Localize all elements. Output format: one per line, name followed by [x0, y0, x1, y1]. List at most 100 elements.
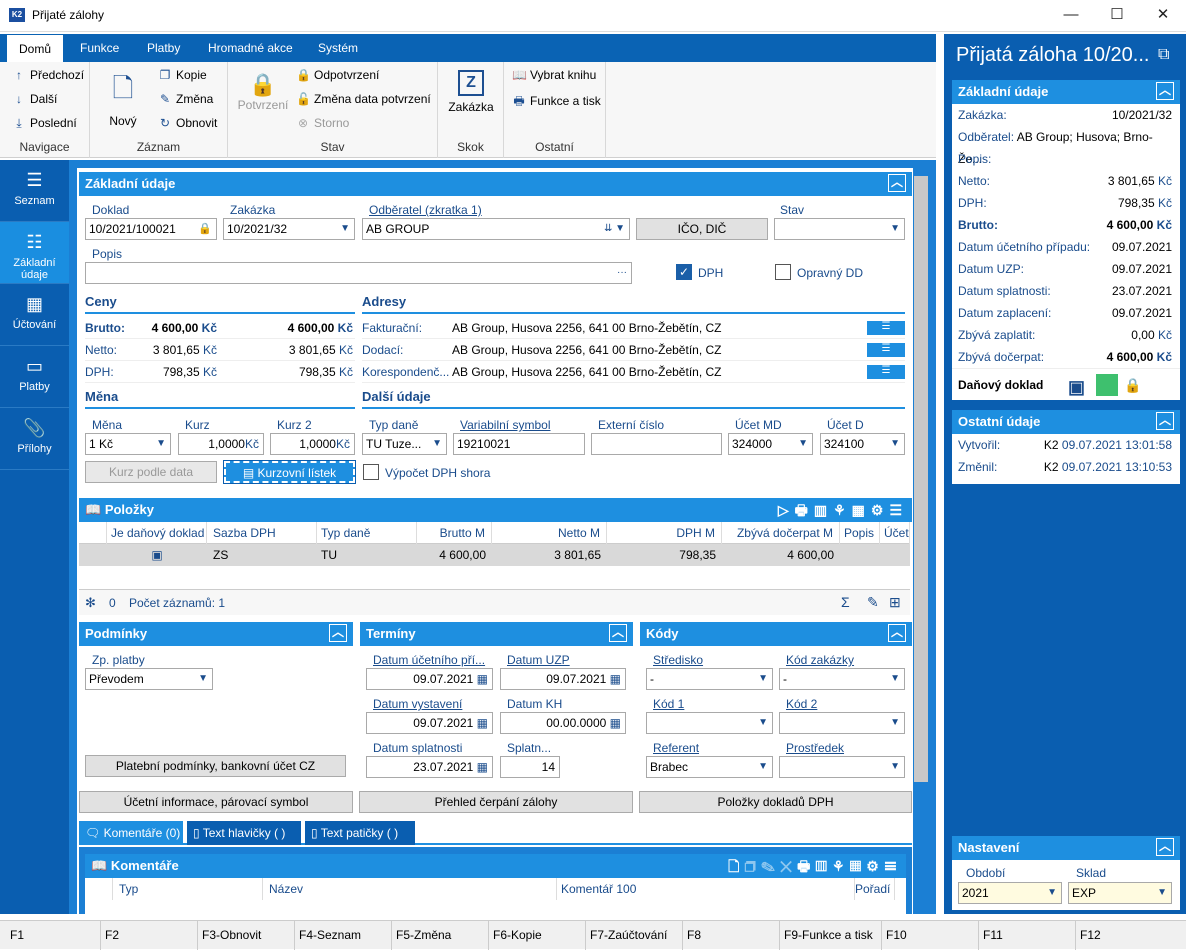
copy-button[interactable]: ❐ Kopie — [158, 68, 207, 82]
select-book-button[interactable]: 📖 Vybrat knihu — [512, 68, 596, 82]
prostredek-field[interactable]: ▼ — [779, 756, 905, 778]
fkey[interactable]: F6-Kopie — [488, 921, 585, 950]
opravny-checkbox[interactable] — [775, 264, 791, 280]
tab-funkce[interactable]: Funkce — [68, 34, 131, 62]
gear-icon[interactable]: ⚙ — [871, 502, 890, 518]
tab-hromadne-akce[interactable]: Hromadné akce — [196, 34, 305, 62]
collapse-icon[interactable]: ︿ — [609, 624, 627, 642]
confirm-button[interactable]: 🔒 Potvrzení — [234, 72, 292, 112]
tab-text-paticky[interactable]: ▯ Text patičky ( ) — [305, 821, 415, 845]
refresh-button[interactable]: ↻ Obnovit — [158, 116, 217, 130]
kod2-field[interactable]: ▼ — [779, 712, 905, 734]
odberatel-field[interactable]: AB GROUP ⇊ ▼ — [362, 218, 630, 240]
fkey[interactable]: F5-Změna — [391, 921, 488, 950]
chart-icon[interactable]: ▥ — [814, 502, 833, 518]
new-document-icon[interactable]: 🗋 — [728, 858, 744, 874]
storno-button[interactable]: ⊗ Storno — [296, 116, 349, 130]
sklad-field[interactable]: EXP ▼ — [1068, 882, 1172, 904]
fkey[interactable]: F8 — [682, 921, 779, 950]
col-header[interactable]: Účet — [880, 522, 910, 544]
main-scrollbar[interactable] — [914, 176, 928, 782]
nav-prilohy[interactable]: 📎 Přílohy — [0, 408, 69, 470]
fkey[interactable]: F4-Seznam — [294, 921, 391, 950]
col-header[interactable]: Pořadí — [855, 878, 895, 900]
table-row[interactable]: ▣ ZS TU 4 600,00 3 801,65 798,35 4 600,0… — [79, 544, 910, 566]
col-header[interactable]: Netto M — [492, 522, 607, 544]
fkey[interactable]: F11 — [978, 921, 1075, 950]
md-field[interactable]: 324000 ▼ — [728, 433, 813, 455]
zakazka-jump-button[interactable]: Z Zakázka — [444, 70, 498, 114]
ico-dic-button[interactable]: IČO, DIČ — [636, 218, 768, 240]
splitter[interactable] — [937, 34, 944, 914]
snowflake-icon[interactable]: ✻ — [85, 595, 96, 611]
fkey[interactable]: F3-Obnovit — [197, 921, 294, 950]
calendar-icon[interactable]: ▦ — [477, 716, 488, 730]
referent-field[interactable]: Brabec ▼ — [646, 756, 773, 778]
splatn-field[interactable]: 14 — [500, 756, 560, 778]
vs-field[interactable]: 19210021 — [453, 433, 585, 455]
open-external-icon[interactable]: ⧉ — [1158, 46, 1169, 64]
last-button[interactable]: ⤓ Poslední — [12, 116, 76, 131]
collapse-icon[interactable]: ︿ — [1156, 838, 1174, 856]
col-header[interactable]: Název — [263, 878, 557, 900]
typ-dane-field[interactable]: TU Tuze... ▼ — [362, 433, 447, 455]
maximize-button[interactable]: ☐ — [1094, 0, 1140, 32]
col-header[interactable]: Sazba DPH — [207, 522, 317, 544]
next-button[interactable]: ↓ Další — [12, 92, 57, 106]
collapse-icon[interactable]: ︿ — [1156, 82, 1174, 100]
prehled-cerpani-button[interactable]: Přehled čerpání zálohy — [359, 791, 633, 813]
vystaveni-date-field[interactable]: 09.07.2021 ▦ — [366, 712, 493, 734]
d-field[interactable]: 324100 ▼ — [820, 433, 905, 455]
polozky-dph-button[interactable]: Položky dokladů DPH — [639, 791, 912, 813]
edit-button[interactable]: ✎ Změna — [158, 92, 213, 106]
close-button[interactable]: ✕ — [1140, 0, 1186, 32]
nav-seznam[interactable]: ☰ Seznam — [0, 160, 69, 222]
menu-icon[interactable]: ☰ — [884, 858, 902, 874]
play-icon[interactable]: ▷ — [778, 502, 795, 518]
prev-button[interactable]: ↑ Předchozí — [12, 68, 84, 82]
col-header[interactable]: DPH M — [607, 522, 722, 544]
calendar-icon[interactable]: ▦ — [477, 672, 488, 686]
mena-field[interactable]: 1 Kč ▼ — [85, 433, 171, 455]
kh-date-field[interactable]: 00.00.0000 ▦ — [500, 712, 626, 734]
ucetni-date-field[interactable]: 09.07.2021 ▦ — [366, 668, 493, 690]
delete-icon[interactable]: ✕ — [780, 858, 797, 874]
columns-icon[interactable]: ▦ — [850, 858, 867, 874]
fkey[interactable]: F12 — [1075, 921, 1186, 950]
kod-zakazky-field[interactable]: - ▼ — [779, 668, 905, 690]
splatnost-date-field[interactable]: 23.07.2021 ▦ — [366, 756, 493, 778]
minimize-button[interactable]: — — [1048, 0, 1094, 32]
calendar-icon[interactable]: ▦ — [477, 760, 488, 774]
col-header[interactable]: Brutto M — [417, 522, 492, 544]
kod1-field[interactable]: ▼ — [646, 712, 773, 734]
address-menu-icon[interactable]: ☰ — [867, 343, 905, 357]
add-row-icon[interactable]: ⊞ — [889, 594, 901, 611]
new-button[interactable]: 🗋 Nový — [102, 70, 144, 128]
stredisko-field[interactable]: - ▼ — [646, 668, 773, 690]
gear-icon[interactable]: ⚙ — [866, 858, 884, 874]
tab-system[interactable]: Systém — [306, 34, 370, 62]
col-header[interactable]: Popis — [840, 522, 880, 544]
edit-icon[interactable]: ✎ — [761, 858, 780, 874]
kurz2-field[interactable]: 1,0000Kč — [270, 433, 355, 455]
ucetni-informace-button[interactable]: Účetní informace, párovací symbol — [79, 791, 353, 813]
copy-icon[interactable]: ❐ — [744, 858, 761, 874]
printer-icon[interactable]: 🖶 — [795, 502, 814, 518]
collapse-icon[interactable]: ︿ — [888, 174, 906, 192]
stav-field[interactable]: ▼ — [774, 218, 905, 240]
tab-komentare[interactable]: 🗨 Komentáře (0) — [79, 821, 183, 845]
col-header[interactable]: Je daňový doklad — [107, 522, 207, 544]
columns-icon[interactable]: ▦ — [852, 502, 871, 518]
zakazka-field[interactable]: 10/2021/32 ▼ — [223, 218, 355, 240]
fkey[interactable]: F1 — [0, 921, 100, 950]
printer-icon[interactable]: 🖶 — [797, 858, 815, 874]
col-header[interactable]: Typ daně — [317, 522, 417, 544]
collapse-icon[interactable]: ︿ — [1156, 412, 1174, 430]
col-header[interactable]: Typ — [113, 878, 263, 900]
tab-platby[interactable]: Platby — [135, 34, 192, 62]
tab-text-hlavicky[interactable]: ▯ Text hlavičky ( ) — [187, 821, 301, 845]
col-header[interactable]: Zbývá dočerpat M — [722, 522, 840, 544]
nav-platby[interactable]: ▭ Platby — [0, 346, 69, 408]
dph-checkbox[interactable]: ✓ — [676, 264, 692, 280]
more-icon[interactable]: ··· — [617, 263, 627, 283]
